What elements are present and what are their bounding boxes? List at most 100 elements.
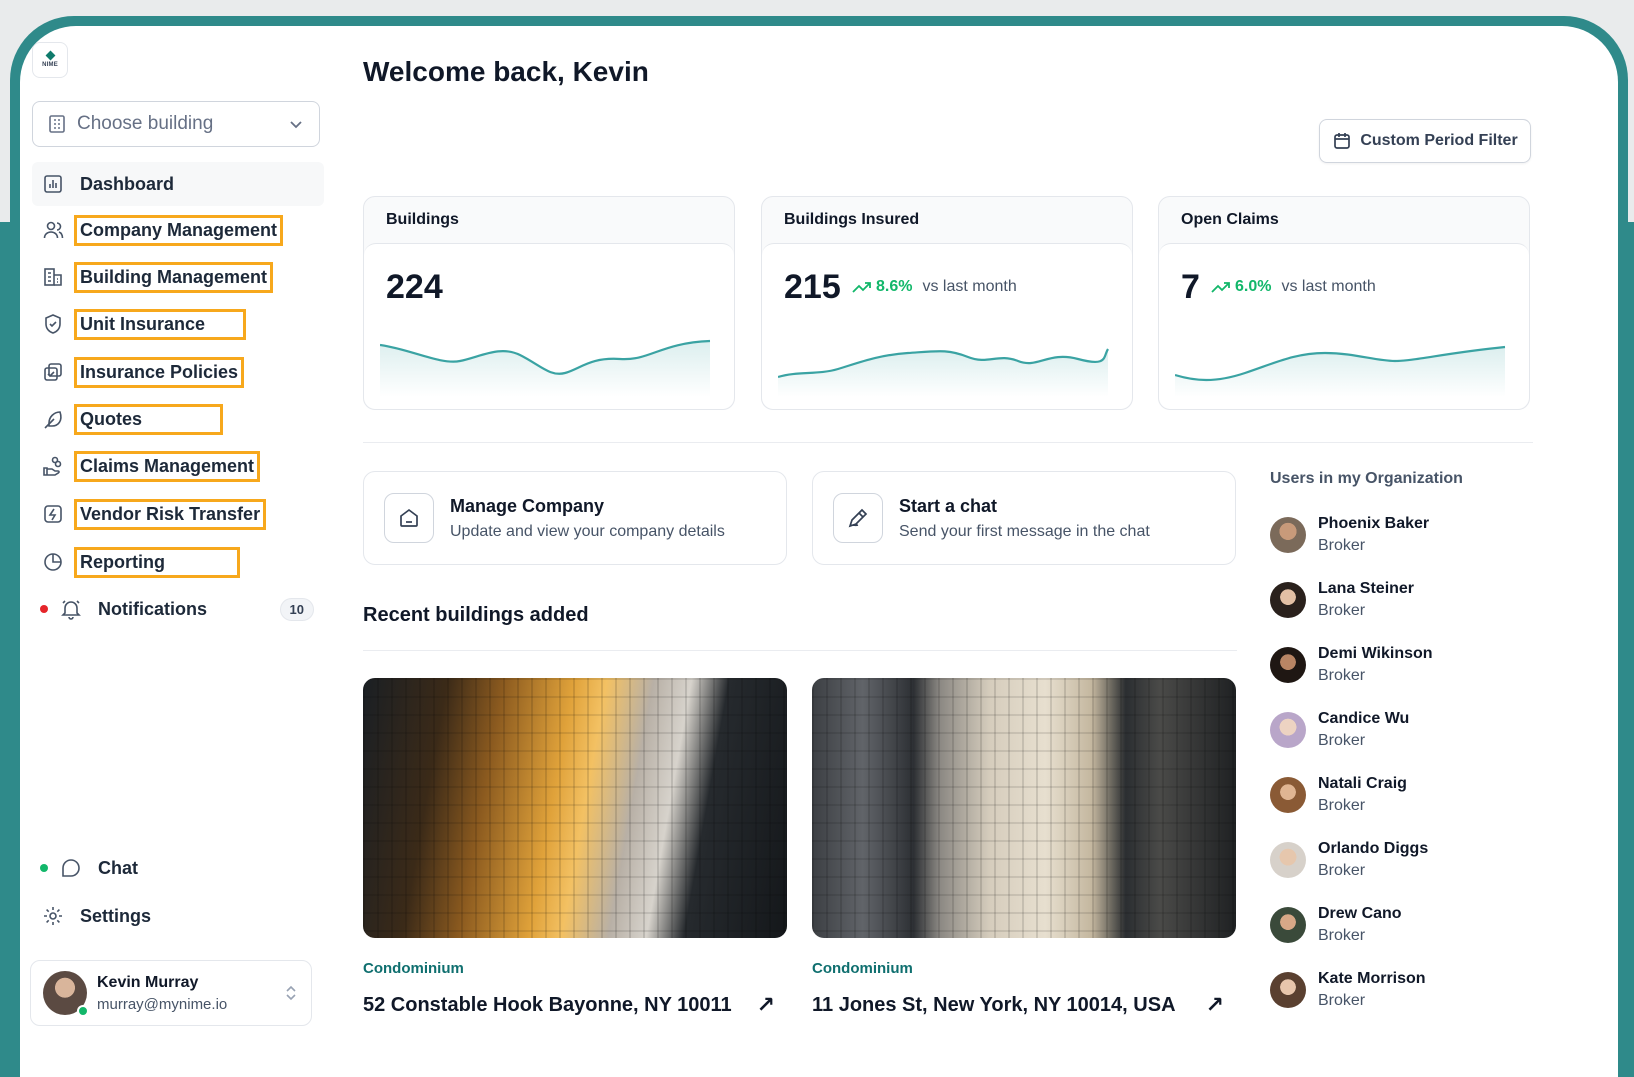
user-name: Kevin Murray	[97, 973, 199, 991]
avatar	[1270, 972, 1306, 1008]
building-select[interactable]: Choose building	[32, 101, 320, 147]
start-chat-card[interactable]: Start a chat Send your first message in …	[812, 471, 1236, 565]
app-logo[interactable]: NIME	[32, 42, 68, 78]
action-title: Manage Company	[450, 495, 605, 516]
building-address: 11 Jones St, New York, NY 10014, USA	[812, 993, 1176, 1016]
org-user-name: Candice Wu	[1318, 710, 1410, 727]
trend-label: vs last month	[922, 278, 1017, 295]
manage-company-card[interactable]: Manage Company Update and view your comp…	[363, 471, 787, 565]
building-photo[interactable]	[363, 678, 787, 938]
org-user-row[interactable]: Drew Cano Broker	[1270, 900, 1530, 950]
building-address-link[interactable]: 52 Constable Hook Bayonne, NY 10011 ↗	[363, 992, 787, 1018]
org-user-row[interactable]: Candice Wu Broker	[1270, 705, 1530, 755]
action-title: Start a chat	[899, 495, 998, 516]
sidebar-item-reporting[interactable]: Reporting	[32, 540, 324, 584]
building-icon	[49, 115, 65, 133]
avatar	[1270, 647, 1306, 683]
sidebar-item-chat[interactable]: Chat	[32, 846, 324, 890]
sidebar-item-label: Unit Insurance	[74, 308, 247, 340]
unread-dot	[40, 605, 48, 613]
org-user-row[interactable]: Demi Wikinson Broker	[1270, 640, 1530, 690]
pie-chart-icon	[40, 549, 66, 575]
org-user-role: Broker	[1318, 537, 1366, 554]
sidebar-item-settings[interactable]: Settings	[32, 894, 324, 938]
sidebar-item-building-management[interactable]: Building Management	[32, 255, 324, 299]
stat-title: Open Claims	[1181, 211, 1279, 228]
custom-period-filter-button[interactable]: Custom Period Filter	[1319, 119, 1531, 163]
logo-text: NIME	[42, 62, 58, 68]
gear-icon	[40, 903, 66, 929]
photo-texture	[812, 678, 1236, 938]
section-title: Recent buildings added	[363, 604, 589, 626]
trend-percent: 6.0%	[1235, 278, 1272, 295]
org-user-row[interactable]: Lana Steiner Broker	[1270, 575, 1530, 625]
stat-card-open-claims[interactable]: Open Claims 7 6.0% vs last month	[1158, 196, 1530, 410]
shield-check-icon	[40, 311, 66, 337]
sidebar-item-claims-management[interactable]: Claims Management	[32, 444, 324, 488]
avatar	[1270, 907, 1306, 943]
notification-count-badge: 10	[279, 597, 314, 621]
sidebar-item-label: Reporting	[74, 546, 240, 578]
avatar	[1270, 582, 1306, 618]
stat-title: Buildings Insured	[784, 211, 920, 228]
pen-icon	[833, 493, 883, 543]
org-user-row[interactable]: Natali Craig Broker	[1270, 770, 1530, 820]
org-user-row[interactable]: Orlando Diggs Broker	[1270, 835, 1530, 885]
stat-body: 7 6.0% vs last month	[1159, 243, 1529, 409]
bell-icon	[58, 596, 84, 622]
users-icon	[40, 217, 66, 243]
photo-texture	[363, 678, 787, 938]
sparkline-chart	[778, 348, 1109, 397]
sidebar-item-notifications[interactable]: Notifications 10	[32, 587, 324, 631]
org-user-role: Broker	[1318, 862, 1366, 879]
sidebar-item-label: Claims Management	[74, 450, 261, 482]
online-status-dot	[77, 1005, 89, 1017]
org-user-role: Broker	[1318, 992, 1366, 1009]
avatar	[1270, 777, 1306, 813]
building-icon	[40, 264, 66, 290]
sidebar-item-dashboard[interactable]: Dashboard	[32, 162, 324, 206]
sidebar-item-vendor-risk-transfer[interactable]: Vendor Risk Transfer	[32, 492, 324, 536]
sidebar-item-quotes[interactable]: Quotes	[32, 397, 324, 441]
building-type: Condominium	[363, 960, 464, 977]
action-subtitle: Update and view your company details	[450, 522, 725, 540]
sidebar-item-label: Notifications	[98, 598, 208, 619]
org-user-row[interactable]: Phoenix Baker Broker	[1270, 510, 1530, 560]
bar-chart-icon	[40, 171, 66, 197]
sidebar-item-insurance-policies[interactable]: Insurance Policies	[32, 350, 324, 394]
stat-value: 215	[784, 268, 841, 306]
stat-title: Buildings	[386, 211, 459, 228]
sidebar-item-label: Settings	[80, 905, 152, 926]
page-title: Welcome back, Kevin	[363, 56, 649, 87]
sidebar-item-label: Quotes	[74, 403, 224, 435]
org-users-title: Users in my Organization	[1270, 470, 1463, 487]
avatar	[1270, 712, 1306, 748]
avatar	[1270, 842, 1306, 878]
current-user-card[interactable]: Kevin Murray murray@mynime.io	[30, 960, 312, 1026]
sidebar-item-label: Building Management	[74, 261, 274, 293]
stat-card-buildings[interactable]: Buildings 224	[363, 196, 735, 410]
arrow-up-right-icon: ↗	[1205, 992, 1224, 1017]
logo-mark-icon	[45, 50, 55, 61]
sparkline-chart	[1175, 345, 1506, 397]
stat-trend: 6.0% vs last month	[1211, 278, 1376, 296]
org-user-name: Phoenix Baker	[1318, 515, 1430, 532]
stat-body: 224	[364, 243, 734, 409]
building-photo[interactable]	[812, 678, 1236, 938]
avatar	[1270, 517, 1306, 553]
avatar	[43, 971, 89, 1017]
sidebar-item-company-management[interactable]: Company Management	[32, 208, 324, 252]
building-type: Condominium	[812, 960, 913, 977]
sidebar-item-label: Dashboard	[80, 173, 175, 194]
transfer-icon	[40, 501, 66, 527]
sidebar-item-label: Insurance Policies	[74, 356, 245, 388]
app-screen: NIME Choose building Dashboard Company M…	[20, 26, 1618, 1077]
stat-card-buildings-insured[interactable]: Buildings Insured 215 8.6% vs last month	[761, 196, 1133, 410]
section-divider	[363, 650, 1237, 651]
org-user-row[interactable]: Kate Morrison Broker	[1270, 965, 1530, 1015]
sidebar-item-unit-insurance[interactable]: Unit Insurance	[32, 302, 324, 346]
feather-icon	[40, 406, 66, 432]
building-address-link[interactable]: 11 Jones St, New York, NY 10014, USA ↗	[812, 992, 1236, 1018]
calendar-icon	[1334, 133, 1351, 149]
org-user-name: Natali Craig	[1318, 775, 1407, 792]
